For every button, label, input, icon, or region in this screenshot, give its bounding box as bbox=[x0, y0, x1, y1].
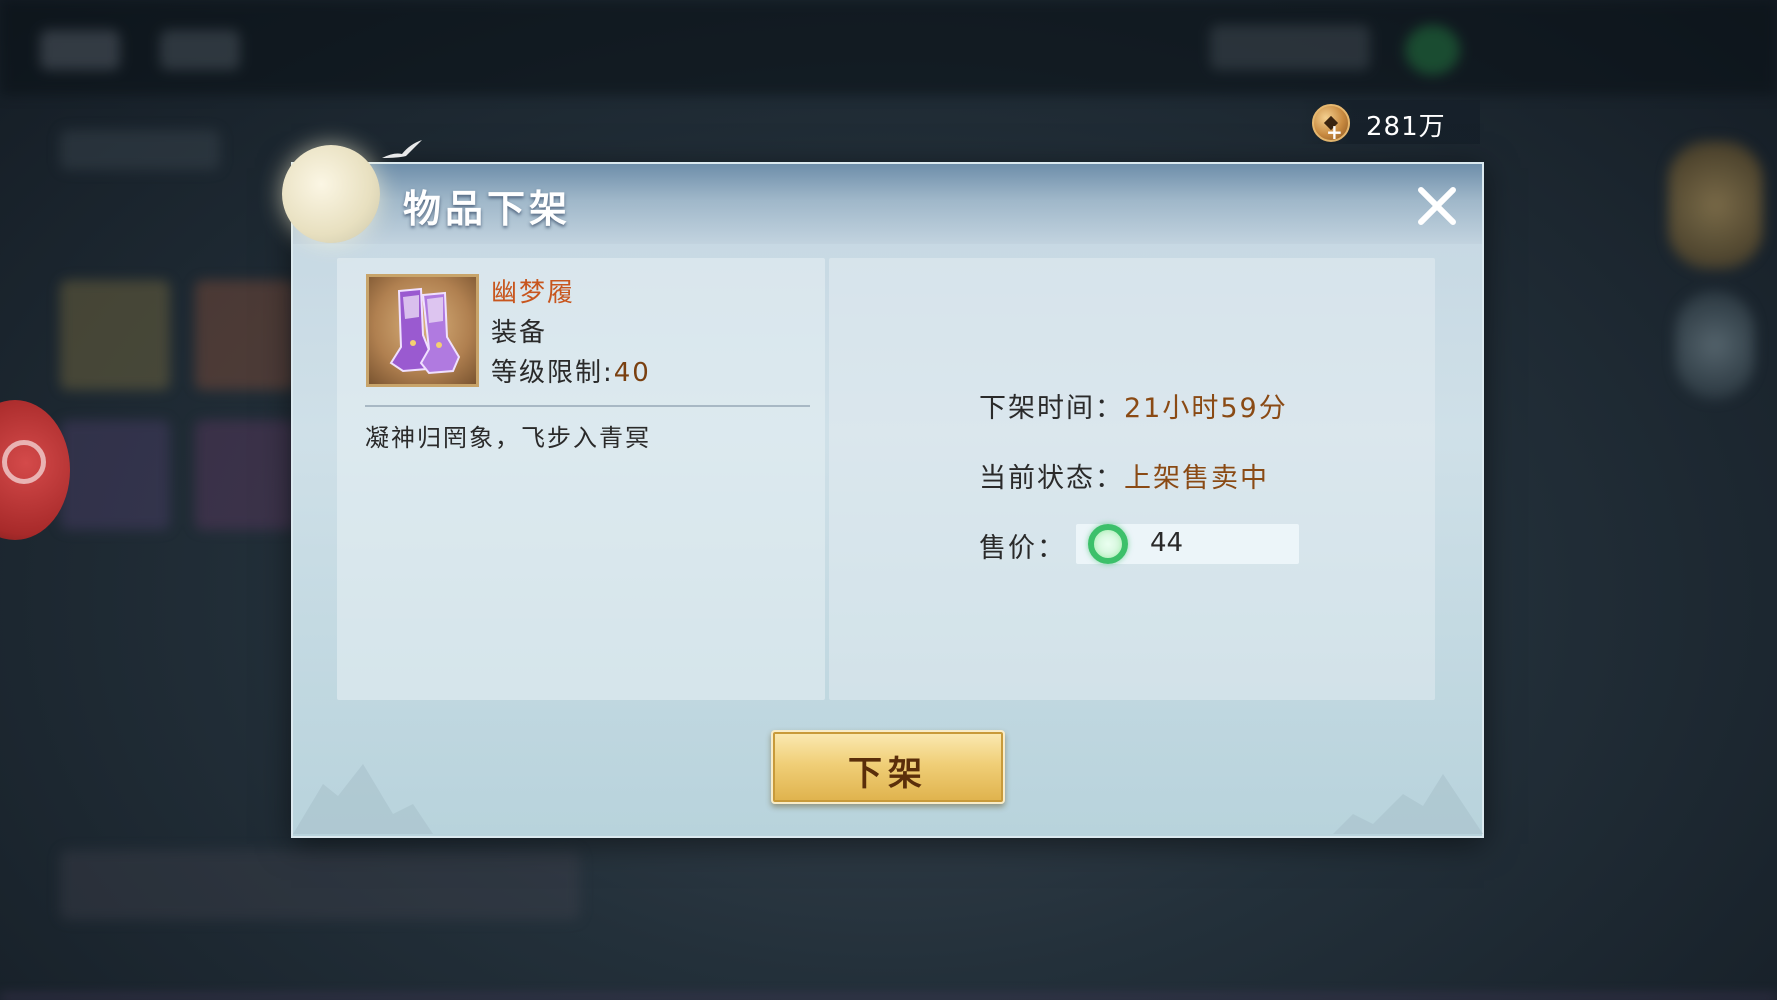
background-top-bar bbox=[0, 0, 1777, 95]
delist-time-value: 21小时59分 bbox=[1124, 393, 1288, 424]
background-item-slot bbox=[195, 420, 295, 530]
level-label: 等级限制: bbox=[491, 358, 614, 388]
background-top-widget bbox=[1210, 25, 1370, 70]
delist-button[interactable]: 下架 bbox=[771, 730, 1005, 804]
background-green-widget bbox=[1405, 25, 1460, 75]
dialog-header: 物品下架 bbox=[293, 164, 1482, 244]
background-item-slot bbox=[60, 420, 170, 530]
level-value: 40 bbox=[613, 358, 651, 388]
purple-boots-icon[interactable] bbox=[366, 274, 479, 387]
background-tab bbox=[40, 30, 120, 70]
background-bottom-strip bbox=[0, 996, 1777, 1000]
delist-time-row: 下架时间：21小时59分 bbox=[979, 386, 1288, 425]
status-label: 当前状态： bbox=[979, 463, 1124, 494]
item-name: 幽梦履 bbox=[491, 278, 576, 308]
background-tab bbox=[60, 130, 220, 170]
add-currency-icon[interactable]: + bbox=[1326, 122, 1343, 142]
currency-value: 281万 bbox=[1366, 112, 1446, 142]
price-label: 售价： bbox=[979, 533, 1066, 564]
item-description: 凝神归罔象，飞步入青冥 bbox=[365, 424, 651, 452]
item-divider bbox=[365, 405, 810, 407]
item-level-requirement: 等级限制:40 bbox=[491, 352, 651, 389]
background-tab bbox=[160, 30, 240, 70]
background-bottom-row bbox=[60, 850, 580, 920]
price-value: 44 bbox=[1150, 528, 1184, 558]
delist-item-dialog: 物品下架 幽梦履 装备 等级限制:40 凝神归罔象，飞步入青冥 下架时间：21小… bbox=[291, 162, 1484, 838]
background-item-slot bbox=[195, 280, 295, 390]
boots-graphic bbox=[389, 287, 461, 375]
status-row: 当前状态：上架售卖中 bbox=[979, 456, 1269, 495]
status-value: 上架售卖中 bbox=[1124, 463, 1269, 494]
person-icon bbox=[2, 440, 46, 484]
item-type: 装备 bbox=[491, 318, 548, 348]
crane-icon bbox=[382, 140, 422, 158]
background-side-gold-orb bbox=[1668, 140, 1763, 270]
background-item-slot bbox=[60, 280, 170, 390]
jade-ring-icon bbox=[1088, 524, 1128, 564]
delist-button-label: 下架 bbox=[848, 754, 928, 794]
mountain-decoration bbox=[1333, 774, 1483, 834]
close-icon bbox=[1418, 187, 1456, 225]
currency-display: + 281万 bbox=[1300, 100, 1480, 144]
close-button[interactable] bbox=[1413, 182, 1461, 230]
background-side-blue-orb bbox=[1675, 290, 1755, 400]
moon-decoration bbox=[282, 145, 380, 243]
price-box: 44 bbox=[1076, 524, 1299, 564]
mountain-decoration bbox=[293, 764, 433, 834]
dialog-title: 物品下架 bbox=[403, 187, 572, 231]
delist-time-label: 下架时间： bbox=[979, 393, 1124, 424]
